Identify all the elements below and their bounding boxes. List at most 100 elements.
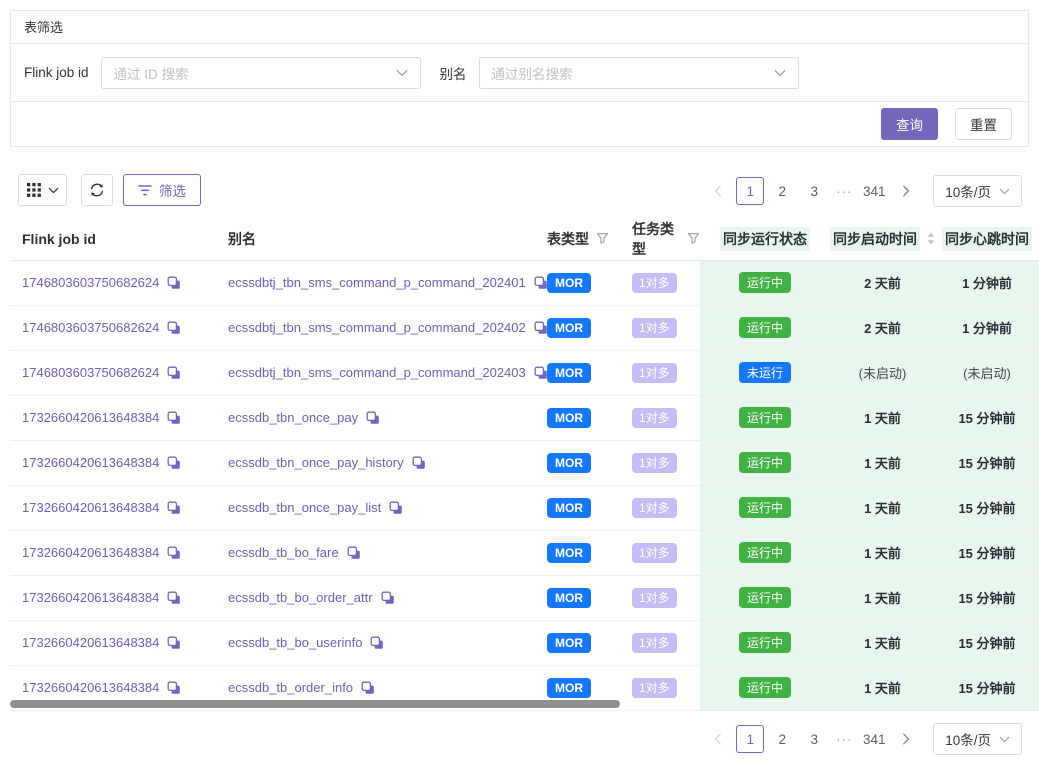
flink-job-id-cell: 1732660420613648384 (10, 485, 218, 530)
sync-start-time-cell: 1 天前 (830, 485, 935, 530)
table-header-row: Flink job id 别名 表类型 任务类型 同步运行状态 同步启动时间 (10, 218, 1039, 260)
alias-cell: ecssdb_tbn_once_pay (218, 395, 537, 440)
page-number-341[interactable]: 341 (860, 177, 888, 205)
next-page-button[interactable] (892, 177, 920, 205)
previous-page-button[interactable] (704, 725, 732, 753)
horizontal-scrollbar-thumb[interactable] (10, 700, 620, 708)
alias-link[interactable]: ecssdb_tbn_once_pay_history (228, 455, 404, 470)
alias-link[interactable]: ecssdb_tb_order_info (228, 680, 353, 695)
sync-status-badge: 运行中 (739, 677, 791, 698)
sorter-icon[interactable] (927, 232, 935, 245)
copy-icon[interactable] (381, 591, 395, 605)
filter-panel-title: 表筛选 (11, 11, 1028, 44)
sync-status-badge: 运行中 (739, 452, 791, 473)
alias-link[interactable]: ecssdb_tbn_once_pay (228, 410, 358, 425)
page-number-3[interactable]: 3 (800, 177, 828, 205)
previous-page-button[interactable] (704, 177, 732, 205)
alias-link[interactable]: ecssdbtj_tbn_sms_command_p_command_20240… (228, 320, 526, 335)
flink-job-id-link[interactable]: 1732660420613648384 (22, 410, 159, 425)
next-page-button[interactable] (892, 725, 920, 753)
sync-status-badge: 运行中 (739, 317, 791, 338)
flink-job-id-cell: 1732660420613648384 (10, 620, 218, 665)
page-number-1[interactable]: 1 (736, 177, 764, 205)
flink-job-id-link[interactable]: 1732660420613648384 (22, 590, 159, 605)
copy-icon[interactable] (167, 276, 181, 290)
alias-link[interactable]: ecssdb_tb_bo_order_attr (228, 590, 373, 605)
sync-heartbeat-time-cell: 15 分钟前 (935, 530, 1039, 575)
copy-icon[interactable] (534, 321, 548, 335)
flink-job-id-link[interactable]: 1746803603750682624 (22, 365, 159, 380)
table-row: 1732660420613648384 ecssdb_tbn_once_pay_… (10, 485, 1039, 530)
column-settings-button[interactable] (18, 174, 67, 206)
sync-status-cell: 运行中 (700, 305, 830, 350)
sync-heartbeat-time-cell: (未启动) (935, 350, 1039, 395)
copy-icon[interactable] (370, 636, 384, 650)
flink-job-id-link[interactable]: 1746803603750682624 (22, 320, 159, 335)
filter-button[interactable]: 筛选 (123, 174, 201, 206)
chevron-left-icon (714, 733, 722, 745)
page-number-1[interactable]: 1 (736, 725, 764, 753)
filter-button-label: 筛选 (159, 180, 186, 200)
copy-icon[interactable] (167, 546, 181, 560)
table-type-cell: MOR (537, 350, 622, 395)
page-size-select[interactable]: 10条/页 (933, 175, 1022, 207)
copy-icon[interactable] (167, 501, 181, 515)
table-row: 1732660420613648384 ecssdb_tb_bo_order_a… (10, 575, 1039, 620)
copy-icon[interactable] (167, 681, 181, 695)
filter-funnel-icon[interactable] (687, 232, 700, 245)
flink-job-id-link[interactable]: 1732660420613648384 (22, 500, 159, 515)
copy-icon[interactable] (347, 546, 361, 560)
copy-icon[interactable] (412, 456, 426, 470)
sync-status-cell: 运行中 (700, 530, 830, 575)
page-size-select[interactable]: 10条/页 (933, 723, 1022, 755)
copy-icon[interactable] (167, 321, 181, 335)
sync-start-time-cell: 2 天前 (830, 260, 935, 305)
refresh-button[interactable] (81, 174, 113, 206)
alias-link[interactable]: ecssdb_tbn_once_pay_list (228, 500, 381, 515)
task-type-badge: 1对多 (632, 318, 677, 338)
copy-icon[interactable] (167, 636, 181, 650)
copy-icon[interactable] (534, 366, 548, 380)
copy-icon[interactable] (167, 591, 181, 605)
filter-actions-row: 查询 重置 (11, 102, 1028, 146)
filter-icon (138, 184, 152, 197)
sync-status-cell: 运行中 (700, 395, 830, 440)
table-type-badge: MOR (547, 318, 591, 338)
alias-select[interactable]: 通过别名搜索 (479, 57, 799, 89)
copy-icon[interactable] (389, 501, 403, 515)
flink-job-id-link[interactable]: 1732660420613648384 (22, 455, 159, 470)
flink-job-id-link[interactable]: 1732660420613648384 (22, 680, 159, 695)
sync-status-cell: 运行中 (700, 260, 830, 305)
sync-status-cell: 运行中 (700, 665, 830, 710)
page-number-2[interactable]: 2 (768, 177, 796, 205)
copy-icon[interactable] (366, 411, 380, 425)
column-header-flink-job-id: Flink job id (10, 218, 218, 260)
task-type-cell: 1对多 (622, 260, 700, 305)
alias-link[interactable]: ecssdb_tb_bo_userinfo (228, 635, 362, 650)
copy-icon[interactable] (167, 411, 181, 425)
page-number-341[interactable]: 341 (860, 725, 888, 753)
page-number-3[interactable]: 3 (800, 725, 828, 753)
sync-status-badge: 运行中 (739, 632, 791, 653)
sync-heartbeat-time-cell: 15 分钟前 (935, 485, 1039, 530)
flink-job-id-link[interactable]: 1732660420613648384 (22, 545, 159, 560)
reset-button[interactable]: 重置 (955, 108, 1012, 140)
page-ellipsis[interactable]: ··· (832, 732, 856, 747)
flink-job-id-link[interactable]: 1732660420613648384 (22, 635, 159, 650)
page-number-2[interactable]: 2 (768, 725, 796, 753)
query-button[interactable]: 查询 (881, 108, 938, 140)
task-type-badge: 1对多 (632, 408, 677, 428)
sync-heartbeat-time-cell: 15 分钟前 (935, 395, 1039, 440)
alias-link[interactable]: ecssdbtj_tbn_sms_command_p_command_20240… (228, 365, 526, 380)
flink-job-id-select[interactable]: 通过 ID 搜索 (101, 57, 421, 89)
table-type-badge: MOR (547, 633, 591, 653)
page-ellipsis[interactable]: ··· (832, 184, 856, 199)
copy-icon[interactable] (167, 366, 181, 380)
copy-icon[interactable] (361, 681, 375, 695)
alias-link[interactable]: ecssdbtj_tbn_sms_command_p_command_20240… (228, 275, 526, 290)
copy-icon[interactable] (167, 456, 181, 470)
alias-link[interactable]: ecssdb_tb_bo_fare (228, 545, 339, 560)
flink-job-id-link[interactable]: 1746803603750682624 (22, 275, 159, 290)
copy-icon[interactable] (534, 276, 548, 290)
filter-funnel-icon[interactable] (596, 232, 609, 245)
